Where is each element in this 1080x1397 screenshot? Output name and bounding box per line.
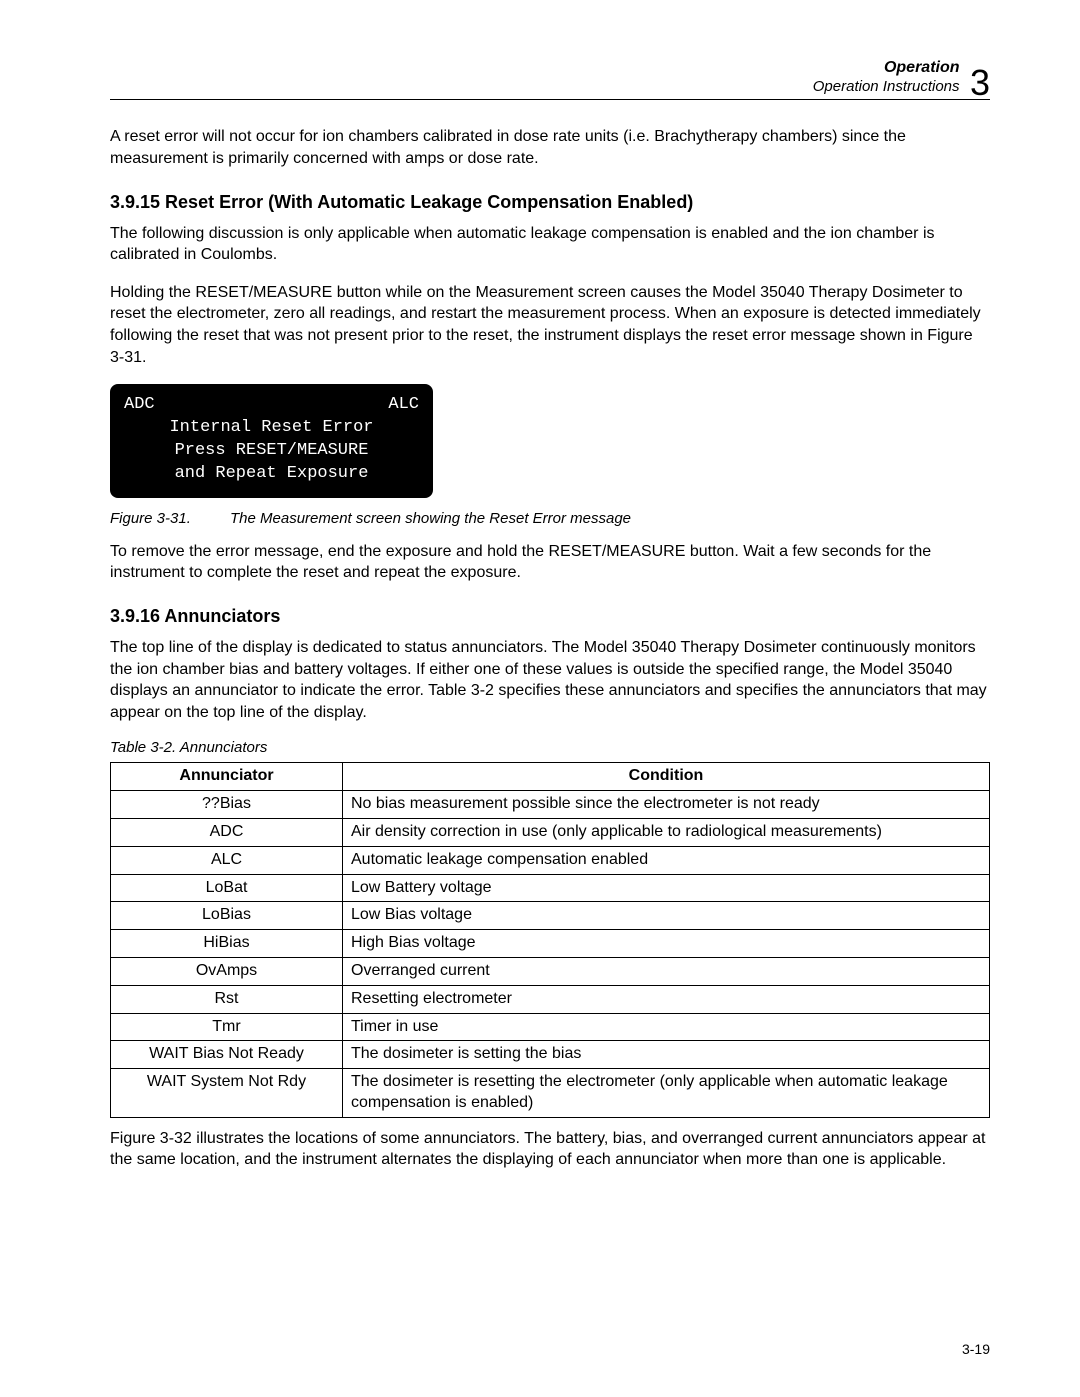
section-3916-p1: The top line of the display is dedicated…: [110, 637, 990, 723]
annunciator-cell: LoBias: [111, 902, 343, 930]
table-header-row: Annunciator Condition: [111, 763, 990, 791]
annunciator-cell: Tmr: [111, 1013, 343, 1041]
annunciator-cell: ??Bias: [111, 791, 343, 819]
condition-cell: Low Battery voltage: [343, 874, 990, 902]
condition-cell: The dosimeter is resetting the electrome…: [343, 1069, 990, 1118]
condition-cell: Low Bias voltage: [343, 902, 990, 930]
annunciator-cell: LoBat: [111, 874, 343, 902]
page-header: Operation Operation Instructions 3: [110, 58, 990, 100]
lcd-row-4: and Repeat Exposure: [124, 463, 419, 486]
table-3-2-caption: Table 3-2. Annunciators: [110, 739, 990, 756]
body-content: A reset error will not occur for ion cha…: [110, 126, 990, 1171]
section-3915-heading: 3.9.15 Reset Error (With Automatic Leaka…: [110, 192, 990, 213]
header-subtitle: Operation Instructions: [813, 78, 960, 95]
annunciator-cell: OvAmps: [111, 958, 343, 986]
annunciator-cell: ALC: [111, 846, 343, 874]
table-row: TmrTimer in use: [111, 1013, 990, 1041]
lcd-row-1: ADC ALC: [124, 394, 419, 417]
annunciator-cell: ADC: [111, 819, 343, 847]
table-row: HiBiasHigh Bias voltage: [111, 930, 990, 958]
condition-cell: High Bias voltage: [343, 930, 990, 958]
condition-cell: Air density correction in use (only appl…: [343, 819, 990, 847]
lcd-adc-label: ADC: [124, 394, 155, 417]
lcd-screen-figure: ADC ALC Internal Reset Error Press RESET…: [110, 384, 433, 498]
table-row: WAIT Bias Not ReadyThe dosimeter is sett…: [111, 1041, 990, 1069]
table-row: OvAmpsOverranged current: [111, 958, 990, 986]
section-3915-p3: To remove the error message, end the exp…: [110, 541, 990, 584]
annunciator-cell: HiBias: [111, 930, 343, 958]
condition-cell: The dosimeter is setting the bias: [343, 1041, 990, 1069]
intro-paragraph: A reset error will not occur for ion cha…: [110, 126, 990, 169]
lcd-alc-label: ALC: [388, 394, 419, 417]
annunciator-cell: WAIT System Not Rdy: [111, 1069, 343, 1118]
annunciators-table: Annunciator Condition ??BiasNo bias meas…: [110, 762, 990, 1117]
annunciator-cell: WAIT Bias Not Ready: [111, 1041, 343, 1069]
table-row: LoBatLow Battery voltage: [111, 874, 990, 902]
page-number: 3-19: [962, 1341, 990, 1357]
header-text-block: Operation Operation Instructions: [813, 58, 960, 96]
figure-caption-text: The Measurement screen showing the Reset…: [230, 510, 631, 527]
section-3916-p2: Figure 3-32 illustrates the locations of…: [110, 1128, 990, 1171]
table-row: ??BiasNo bias measurement possible since…: [111, 791, 990, 819]
condition-cell: Resetting electrometer: [343, 985, 990, 1013]
lcd-row-2: Internal Reset Error: [124, 417, 419, 440]
table-row: ADCAir density correction in use (only a…: [111, 819, 990, 847]
condition-cell: Overranged current: [343, 958, 990, 986]
lcd-row-3: Press RESET/MEASURE: [124, 440, 419, 463]
condition-cell: No bias measurement possible since the e…: [343, 791, 990, 819]
annunciator-cell: Rst: [111, 985, 343, 1013]
col-condition-header: Condition: [343, 763, 990, 791]
figure-3-31-caption: Figure 3-31. The Measurement screen show…: [110, 510, 990, 527]
section-3915-p2: Holding the RESET/MEASURE button while o…: [110, 282, 990, 368]
header-title: Operation: [884, 59, 960, 76]
table-row: LoBiasLow Bias voltage: [111, 902, 990, 930]
section-3916-heading: 3.9.16 Annunciators: [110, 606, 990, 627]
figure-label: Figure 3-31.: [110, 510, 230, 527]
table-row: RstResetting electrometer: [111, 985, 990, 1013]
condition-cell: Automatic leakage compensation enabled: [343, 846, 990, 874]
col-annunciator-header: Annunciator: [111, 763, 343, 791]
table-row: ALCAutomatic leakage compensation enable…: [111, 846, 990, 874]
condition-cell: Timer in use: [343, 1013, 990, 1041]
chapter-number: 3: [970, 65, 990, 101]
table-row: WAIT System Not RdyThe dosimeter is rese…: [111, 1069, 990, 1118]
page: Operation Operation Instructions 3 A res…: [0, 0, 1080, 1397]
section-3915-p1: The following discussion is only applica…: [110, 223, 990, 266]
